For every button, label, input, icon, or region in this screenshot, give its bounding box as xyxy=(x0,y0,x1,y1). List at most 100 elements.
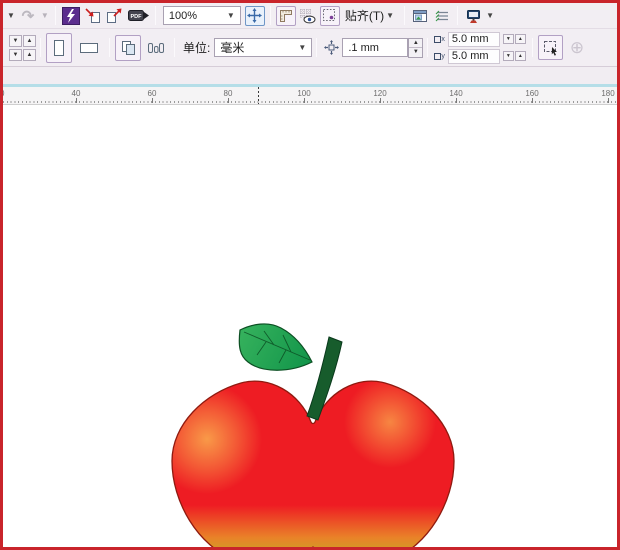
page-width-spinner: ▼ ▲ xyxy=(9,35,36,47)
horizontal-ruler[interactable]: 20406080100120140160180 xyxy=(3,87,617,105)
ruler-major-tick xyxy=(380,98,381,103)
page-size-spinners: ▼ ▲ ▼ ▲ xyxy=(9,35,36,61)
property-bar: ▼ ▲ ▼ ▲ xyxy=(3,29,617,67)
snap-to-menu-button[interactable]: 贴齐(T) ▼ xyxy=(341,6,400,26)
units-label: 单位: xyxy=(183,39,210,56)
pdf-icon: PDF xyxy=(128,8,149,23)
apple-drawing[interactable] xyxy=(150,302,480,550)
export-icon xyxy=(106,7,123,24)
snap-to-grid-button[interactable] xyxy=(320,6,340,26)
nudge-down-button[interactable]: ▼ xyxy=(409,48,422,57)
duplicate-y-spinner: ▼ ▲ xyxy=(503,51,526,61)
presentation-board-icon xyxy=(465,8,482,24)
import-button[interactable] xyxy=(83,6,103,26)
import-icon xyxy=(84,7,101,24)
ruler-label: 60 xyxy=(148,89,157,98)
separator xyxy=(174,38,175,57)
separator xyxy=(532,38,533,57)
duplicate-x-spinner: ▼ ▲ xyxy=(503,34,526,44)
page-height-down-button[interactable]: ▼ xyxy=(9,49,22,61)
treat-as-filled-icon xyxy=(542,39,559,56)
duplicate-x-row: x 5.0 mm ▼ ▲ xyxy=(434,31,526,47)
units-dropdown-icon: ▼ xyxy=(298,43,306,52)
options-button[interactable] xyxy=(410,6,430,26)
four-way-arrows-icon xyxy=(247,8,262,23)
export-button[interactable] xyxy=(105,6,125,26)
nudge-offset-input[interactable]: .1 mm xyxy=(342,38,408,57)
separator xyxy=(270,6,271,25)
ruler-label: 160 xyxy=(525,89,538,98)
ruler-major-tick xyxy=(228,98,229,103)
nudge-offset-value: .1 mm xyxy=(348,42,379,54)
units-value: 毫米 xyxy=(220,39,244,56)
redo-icon: ↷ xyxy=(22,7,35,25)
duplicate-y-input[interactable]: 5.0 mm xyxy=(448,49,500,64)
portrait-orientation-button[interactable] xyxy=(46,33,72,63)
options-dialog-icon xyxy=(412,9,428,23)
duplicate-x-input[interactable]: 5.0 mm xyxy=(448,32,500,47)
ruler-major-tick xyxy=(456,98,457,103)
duplicate-x-icon: x xyxy=(434,36,445,43)
duplicate-y-row: y 5.0 mm ▼ ▲ xyxy=(434,48,526,64)
apple-leaf[interactable] xyxy=(239,324,312,370)
nudge-up-button[interactable]: ▲ xyxy=(409,39,422,49)
show-grid-button[interactable] xyxy=(298,6,318,26)
zoom-level-combobox[interactable]: 100% ▼ xyxy=(163,6,241,25)
page-height-up-button[interactable]: ▲ xyxy=(23,49,36,61)
snap-dropdown-icon: ▼ xyxy=(386,11,394,20)
welcome-screen-button[interactable] xyxy=(463,6,483,26)
ruler-label: 20 xyxy=(3,89,4,98)
ruler-major-tick xyxy=(532,98,533,103)
ruler-label: 80 xyxy=(224,89,233,98)
page-width-down-button[interactable]: ▼ xyxy=(9,35,22,47)
lightning-icon xyxy=(65,9,77,23)
ruler-label: 140 xyxy=(449,89,462,98)
ruler-label: 100 xyxy=(297,89,310,98)
svg-text:PDF: PDF xyxy=(130,14,142,20)
separator xyxy=(40,38,41,57)
duplicate-distance-group: x 5.0 mm ▼ ▲ y 5.0 mm ▼ ▲ xyxy=(434,31,526,64)
duplicate-y-up-button[interactable]: ▲ xyxy=(515,51,526,61)
grid-eye-icon xyxy=(299,8,316,24)
ruler-major-tick xyxy=(76,98,77,103)
ruler-label: 180 xyxy=(601,89,614,98)
separator xyxy=(109,38,110,57)
zoom-level-value: 100% xyxy=(169,10,197,22)
undo-dropdown-icon[interactable]: ▼ xyxy=(7,11,15,20)
ruler-major-tick xyxy=(304,98,305,103)
portrait-page-icon xyxy=(52,38,66,58)
separator xyxy=(155,6,156,25)
treat-as-filled-button[interactable] xyxy=(538,35,563,60)
zoom-to-fit-button[interactable] xyxy=(245,6,265,26)
page-width-up-button[interactable]: ▲ xyxy=(23,35,36,47)
ruler-cursor-mark xyxy=(258,87,259,104)
separator xyxy=(316,38,317,57)
customize-button[interactable] xyxy=(432,6,452,26)
standard-toolbar: ▼ ↷ ▼ PDF xyxy=(3,3,617,29)
redo-dropdown-icon[interactable]: ▼ xyxy=(41,11,49,20)
overlapping-pages-icon xyxy=(120,39,137,56)
ruler-major-tick xyxy=(152,98,153,103)
separator xyxy=(55,6,56,25)
separator xyxy=(457,6,458,25)
set-size-current-page-button[interactable] xyxy=(143,35,169,61)
set-size-all-pages-button[interactable] xyxy=(115,35,141,61)
drawing-canvas[interactable] xyxy=(3,105,617,547)
separator xyxy=(427,38,428,57)
show-rulers-button[interactable] xyxy=(276,6,296,26)
duplicate-x-up-button[interactable]: ▲ xyxy=(515,34,526,44)
application-launcher-icon[interactable] xyxy=(62,7,80,25)
publish-pdf-button[interactable]: PDF xyxy=(127,6,150,26)
apple-shading xyxy=(150,362,470,550)
duplicate-y-down-button[interactable]: ▼ xyxy=(503,51,514,61)
page-height-spinner: ▼ ▲ xyxy=(9,49,36,61)
add-control-button: ⊕ xyxy=(570,38,584,58)
separator xyxy=(404,6,405,25)
redo-button[interactable]: ↷ xyxy=(18,6,38,26)
landscape-orientation-button[interactable] xyxy=(74,33,104,63)
welcome-dropdown-icon[interactable]: ▼ xyxy=(486,11,494,20)
page-bars-icon xyxy=(147,41,165,55)
ruler-label: 120 xyxy=(373,89,386,98)
duplicate-x-down-button[interactable]: ▼ xyxy=(503,34,514,44)
units-combobox[interactable]: 毫米 ▼ xyxy=(214,38,312,57)
